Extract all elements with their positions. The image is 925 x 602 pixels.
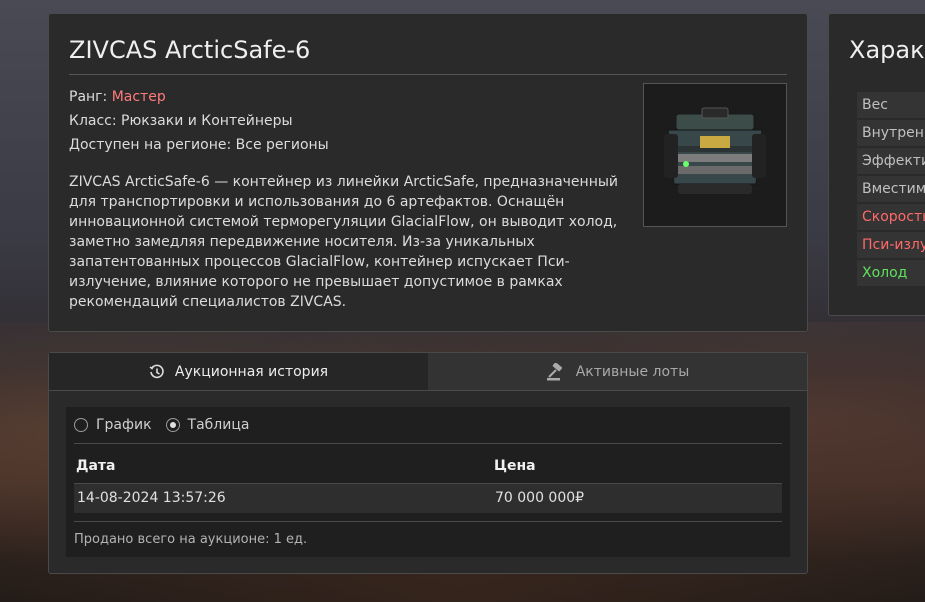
history-icon — [149, 364, 164, 378]
item-image — [643, 83, 787, 227]
radio-table[interactable]: Таблица — [165, 417, 250, 433]
column-header-price: Цена — [494, 458, 536, 474]
stat-row: Внутрен — [857, 120, 925, 146]
stat-row: Вместим — [857, 176, 925, 202]
column-header-date: Дата — [76, 458, 116, 474]
item-title: ZIVCAS ArcticSafe-6 — [69, 36, 311, 64]
item-class: Класс: Рюкзаки и Контейнеры — [69, 113, 293, 129]
stat-row: Холод — [857, 260, 925, 286]
divider — [74, 443, 782, 444]
cell-date: 14-08-2024 13:57:26 — [77, 490, 226, 506]
tab-active-lots[interactable]: Активные лоты — [428, 353, 807, 390]
radio-chart[interactable]: График — [74, 417, 152, 433]
cell-price: 70 000 000₽ — [495, 490, 585, 506]
stat-row: Пси-излу — [857, 232, 925, 258]
tab-divider — [49, 390, 807, 391]
radio-label: Таблица — [187, 417, 250, 433]
stats-panel: Характ Вес Внутрен Эффекти Вместим Скоро… — [828, 13, 925, 316]
auction-tabs: Аукционная история Активные лоты — [49, 353, 807, 390]
view-toggle: График Таблица — [74, 417, 249, 433]
tab-label: Аукционная история — [174, 363, 329, 380]
auction-panel: Аукционная история Активные лоты График … — [48, 352, 808, 574]
stat-row: Вес — [857, 92, 925, 118]
table-row: 14-08-2024 13:57:26 70 000 000₽ — [74, 484, 782, 513]
title-divider — [69, 74, 787, 75]
container-case-icon — [664, 107, 766, 194]
gavel-icon — [546, 362, 562, 380]
stats-title: Характ — [849, 36, 925, 64]
item-info-panel: ZIVCAS ArcticSafe-6 Ранг: Мастер Класс: … — [48, 13, 808, 332]
item-region: Доступен на регионе: Все регионы — [69, 137, 329, 153]
auction-history-content: График Таблица Дата Цена 14-08-2024 13:5… — [66, 407, 790, 557]
tab-auction-history[interactable]: Аукционная история — [49, 353, 428, 390]
item-description: ZIVCAS ArcticSafe-6 — контейнер из линей… — [69, 174, 619, 310]
radio-unchecked-icon — [74, 418, 88, 432]
rank-value: Мастер — [111, 89, 166, 105]
sold-total: Продано всего на аукционе: 1 ед. — [74, 532, 308, 547]
item-rank: Ранг: Мастер — [69, 89, 166, 105]
stat-row: Эффекти — [857, 148, 925, 174]
stat-row: Скорость — [857, 204, 925, 230]
rank-label: Ранг: — [69, 89, 108, 105]
divider — [74, 521, 782, 522]
tab-label: Активные лоты — [575, 363, 690, 380]
radio-checked-icon — [165, 418, 180, 432]
radio-label: График — [96, 417, 152, 433]
